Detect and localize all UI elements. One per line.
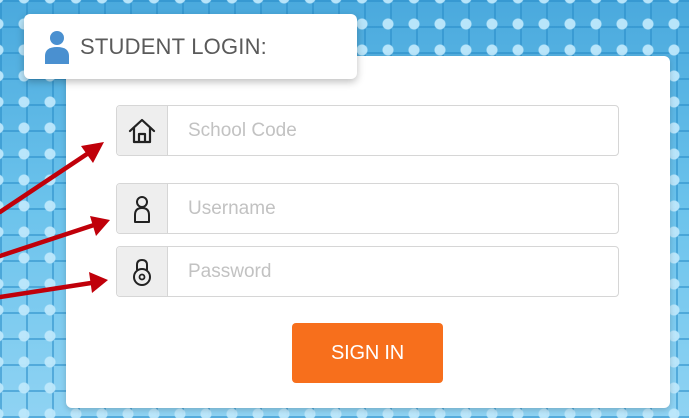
house-icon xyxy=(128,118,156,143)
page-title: STUDENT LOGIN: xyxy=(80,33,267,59)
school-code-addon xyxy=(117,106,168,155)
password-field xyxy=(116,246,619,297)
username-input[interactable] xyxy=(168,184,618,233)
person-icon xyxy=(45,30,69,64)
person-outline-icon xyxy=(134,195,150,223)
lock-icon xyxy=(133,258,151,286)
password-addon xyxy=(117,247,168,296)
login-header: STUDENT LOGIN: xyxy=(24,14,357,79)
username-addon xyxy=(117,184,168,233)
sign-in-button[interactable]: SIGN IN xyxy=(292,323,443,383)
username-field xyxy=(116,183,619,234)
school-code-field xyxy=(116,105,619,156)
school-code-input[interactable] xyxy=(168,106,618,155)
password-input[interactable] xyxy=(168,247,618,296)
